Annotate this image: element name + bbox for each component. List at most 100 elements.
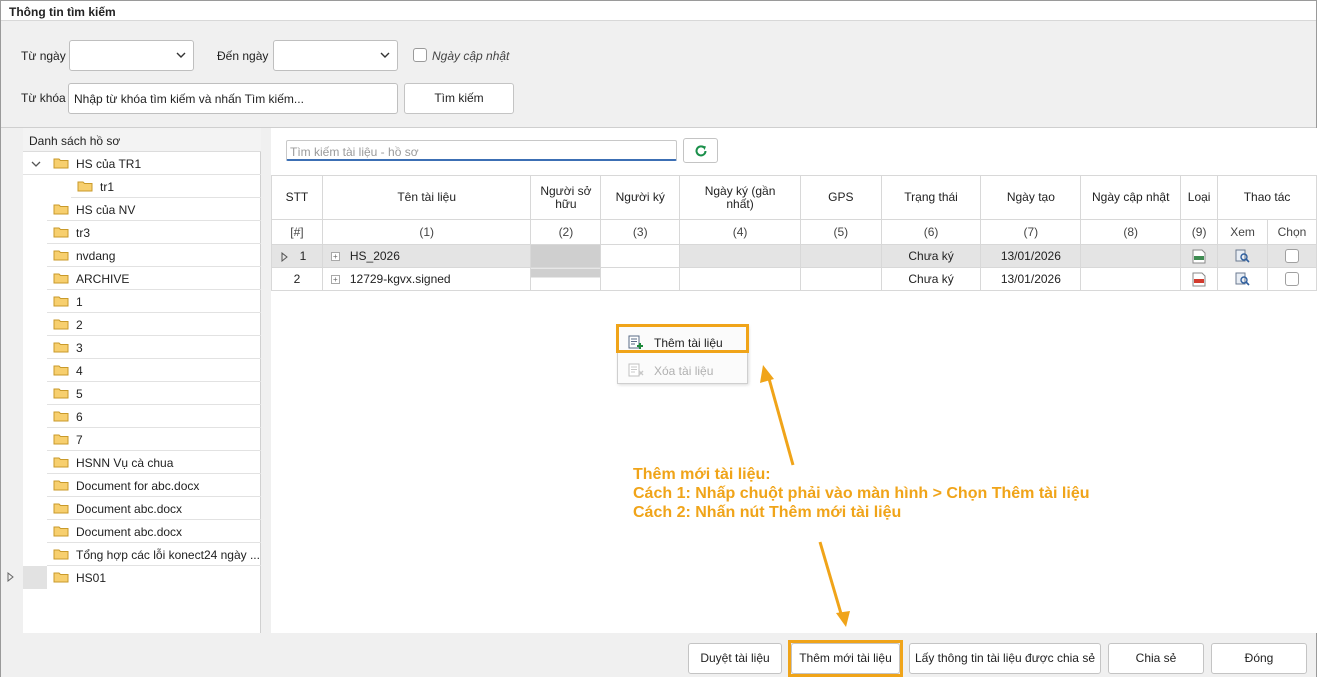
expand-arrow-icon[interactable] <box>6 572 16 582</box>
col-status[interactable]: Trạng thái <box>880 175 982 220</box>
index-cell: (1) <box>321 219 532 245</box>
folder-icon <box>53 342 69 353</box>
expand-plus-icon[interactable]: + <box>330 275 340 285</box>
col-signed-date[interactable]: Ngày ký (gần nhất) <box>679 175 801 220</box>
docx-file-icon <box>1192 249 1206 264</box>
tree-item[interactable]: 1 <box>47 290 261 313</box>
col-type[interactable]: Loại <box>1180 175 1219 220</box>
from-date-picker[interactable] <box>69 40 194 71</box>
select-checkbox[interactable] <box>1284 272 1299 287</box>
view-document-icon[interactable] <box>1235 272 1250 286</box>
tree-item-label: 1 <box>76 295 83 309</box>
index-cell: (6) <box>880 219 982 245</box>
close-button[interactable]: Đóng <box>1211 643 1307 674</box>
tree-item[interactable]: HS của NV <box>47 198 261 221</box>
tree-item[interactable]: nvdang <box>47 244 261 267</box>
highlight-box <box>788 640 903 677</box>
row-view[interactable] <box>1217 244 1268 268</box>
tree-item[interactable]: 6 <box>47 405 261 428</box>
col-created[interactable]: Ngày tạo <box>980 175 1082 220</box>
annotation-step-2: Cách 2: Nhấn nút Thêm mới tài liệu <box>633 504 902 521</box>
col-updated[interactable]: Ngày cập nhật <box>1080 175 1182 220</box>
view-document-icon[interactable] <box>1235 249 1250 263</box>
tree-item-label: tr1 <box>100 180 115 194</box>
row-created: 13/01/2026 <box>980 244 1082 268</box>
tree-item[interactable]: Tổng hợp các lỗi konect24 ngày ... <box>47 543 261 566</box>
tree-item-label: 7 <box>76 433 83 447</box>
tree-item[interactable]: 3 <box>47 336 261 359</box>
chevron-down-icon[interactable] <box>31 159 41 169</box>
row-selector <box>23 566 47 589</box>
tree-item-label: HS của NV <box>76 203 136 217</box>
row-owner <box>530 267 602 291</box>
tree-item-label: nvdang <box>76 249 116 263</box>
chevron-down-icon <box>380 52 390 58</box>
table-row[interactable]: 1 + HS_2026 Chưa ký 13/01/2026 <box>271 244 1317 268</box>
tree-item[interactable]: Document for abc.docx <box>47 474 261 497</box>
updated-date-checkbox[interactable] <box>413 48 427 62</box>
col-owner[interactable]: Người sở hữu <box>530 175 602 220</box>
row-signer <box>600 244 681 268</box>
expand-plus-icon[interactable]: + <box>330 252 340 262</box>
index-cell: (5) <box>799 219 882 245</box>
chevron-down-icon <box>176 52 186 58</box>
tree-item[interactable]: 7 <box>47 428 261 451</box>
tree-item[interactable]: 5 <box>47 382 261 405</box>
index-cell: (3) <box>600 219 681 245</box>
tree-item[interactable]: tr1 <box>71 175 261 198</box>
row-name-cell[interactable]: + HS_2026 <box>321 244 532 268</box>
row-view[interactable] <box>1217 267 1268 291</box>
menu-item-delete-document[interactable]: Xóa tài liệu <box>618 356 747 383</box>
keyword-input[interactable]: Nhập từ khóa tìm kiếm và nhấn Tìm kiếm..… <box>68 83 398 114</box>
tree-item-label: tr3 <box>76 226 91 240</box>
share-button[interactable]: Chia sẻ <box>1108 643 1204 674</box>
search-button[interactable]: Tìm kiếm <box>404 83 514 114</box>
browse-documents-button[interactable]: Duyệt tài liệu <box>688 643 782 674</box>
tree-item[interactable]: 4 <box>47 359 261 382</box>
tree-item[interactable]: HS của TR1 <box>23 152 261 175</box>
tree-item[interactable]: Document abc.docx <box>47 520 261 543</box>
document-grid: STT Tên tài liệu Người sở hữu Người ký N… <box>271 175 1317 633</box>
row-type <box>1180 244 1219 268</box>
select-checkbox[interactable] <box>1284 249 1299 264</box>
folder-icon <box>53 549 69 560</box>
folder-icon <box>53 572 69 583</box>
row-stt: 2 <box>271 267 323 291</box>
folder-icon <box>53 227 69 238</box>
col-name[interactable]: Tên tài liệu <box>321 175 532 220</box>
tree-item[interactable]: tr3 <box>47 221 261 244</box>
folder-icon <box>53 158 69 169</box>
index-cell: (8) <box>1080 219 1182 245</box>
tree-item-label: ARCHIVE <box>76 272 130 286</box>
row-gps <box>799 244 882 268</box>
row-created: 13/01/2026 <box>980 267 1082 291</box>
refresh-button[interactable] <box>683 138 718 163</box>
index-cell: [#] <box>271 219 323 245</box>
to-date-label: Đến ngày <box>217 49 269 63</box>
refresh-icon <box>695 145 707 157</box>
tree-item[interactable]: ARCHIVE <box>47 267 261 290</box>
row-status: Chưa ký <box>880 267 982 291</box>
tree-item-label: HS01 <box>76 571 107 585</box>
row-owner <box>530 244 602 268</box>
to-date-picker[interactable] <box>273 40 398 71</box>
row-name-cell[interactable]: +12729-kgvx.signed <box>321 267 532 291</box>
get-shared-documents-button[interactable]: Lấy thông tin tài liệu được chia sẻ <box>909 643 1101 674</box>
tree-item[interactable]: HSNN Vụ cà chua <box>47 451 261 474</box>
tree-item[interactable]: HS01 <box>1 566 261 589</box>
row-updated <box>1080 244 1182 268</box>
col-gps[interactable]: GPS <box>799 175 882 220</box>
col-stt[interactable]: STT <box>271 175 323 220</box>
col-signer[interactable]: Người ký <box>600 175 681 220</box>
document-search-input[interactable]: Tìm kiếm tài liệu - hồ sơ <box>286 140 677 161</box>
row-select[interactable] <box>1266 267 1317 291</box>
tree-item[interactable]: Document abc.docx <box>47 497 261 520</box>
tree-item-label: Tổng hợp các lỗi konect24 ngày ... <box>76 548 260 562</box>
tree-item[interactable]: 2 <box>47 313 261 336</box>
folder-icon <box>53 411 69 422</box>
table-row[interactable]: 2 +12729-kgvx.signed Chưa ký 13/01/2026 <box>271 267 1317 291</box>
tree-item-label: Document for abc.docx <box>76 479 200 493</box>
row-select[interactable] <box>1266 244 1317 268</box>
annotation-title: Thêm mới tài liệu: <box>633 466 771 483</box>
pdf-file-icon <box>1192 272 1206 287</box>
